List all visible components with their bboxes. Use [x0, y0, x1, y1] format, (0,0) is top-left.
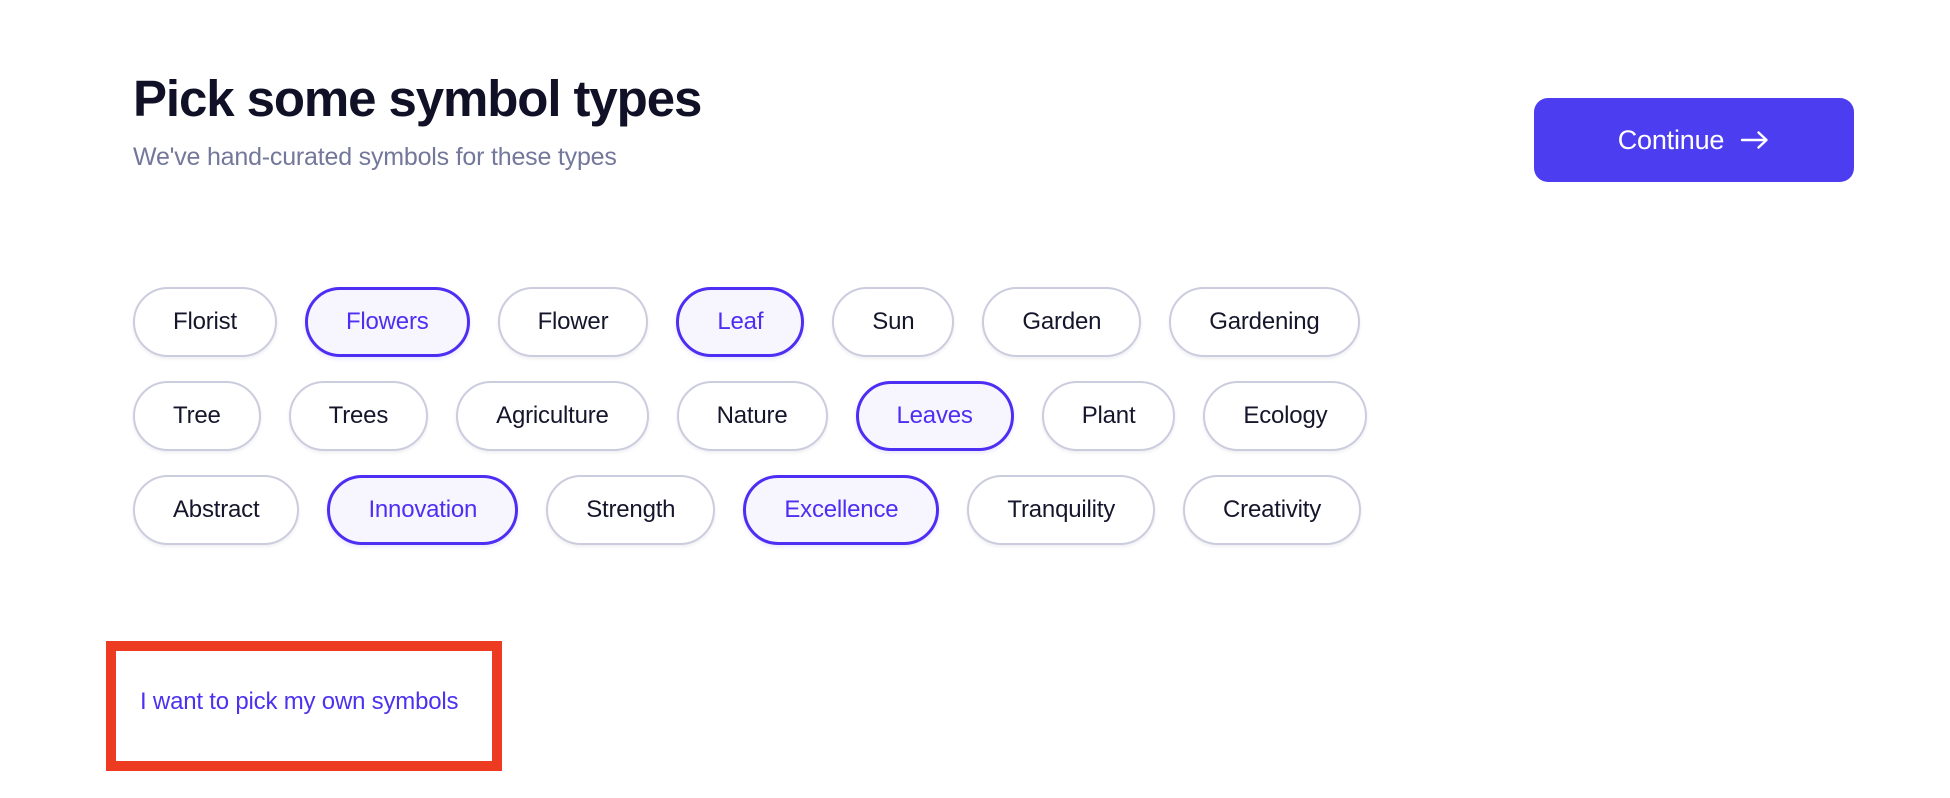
chip-tranquility[interactable]: Tranquility	[967, 475, 1156, 545]
chip-flower[interactable]: Flower	[497, 287, 649, 357]
chip-flowers[interactable]: Flowers	[304, 287, 470, 357]
chip-label: Garden	[1022, 308, 1102, 335]
chip-label: Strength	[586, 496, 676, 523]
title-block: Pick some symbol types We've hand-curate…	[133, 70, 702, 172]
chip-plant[interactable]: Plant	[1041, 381, 1176, 451]
chip-ecology[interactable]: Ecology	[1203, 381, 1368, 451]
chip-label: Tranquility	[1007, 496, 1116, 523]
chip-label: Flowers	[345, 308, 429, 335]
chip-excellence[interactable]: Excellence	[743, 475, 940, 545]
chip-label: Sun	[872, 308, 915, 335]
chip-label: Tree	[173, 402, 221, 429]
annotation-highlight-box	[106, 641, 502, 771]
chip-label: Plant	[1081, 402, 1136, 429]
chip-trees[interactable]: Trees	[288, 381, 429, 451]
chip-tree[interactable]: Tree	[133, 381, 261, 451]
page-title: Pick some symbol types	[133, 70, 702, 127]
chip-label: Excellence	[784, 496, 899, 523]
chip-label: Innovation	[368, 496, 478, 523]
chip-label: Leaves	[896, 402, 973, 429]
symbol-type-picker-page: Pick some symbol types We've hand-curate…	[0, 0, 1950, 798]
chip-agriculture[interactable]: Agriculture	[456, 381, 649, 451]
chip-florist[interactable]: Florist	[133, 287, 277, 357]
chip-label: Florist	[173, 308, 237, 335]
chip-row-1: Florist Flowers Flower Leaf Sun Garden G…	[133, 287, 1753, 357]
chip-sun[interactable]: Sun	[832, 287, 955, 357]
chip-nature[interactable]: Nature	[676, 381, 828, 451]
symbol-type-chip-group: Florist Flowers Flower Leaf Sun Garden G…	[133, 287, 1753, 569]
chip-row-3: Abstract Innovation Strength Excellence …	[133, 475, 1753, 545]
continue-button[interactable]: Continue	[1534, 98, 1854, 182]
chip-label: Gardening	[1209, 308, 1320, 335]
chip-label: Ecology	[1243, 402, 1328, 429]
arrow-right-icon	[1740, 129, 1770, 151]
chip-leaf[interactable]: Leaf	[676, 287, 805, 357]
chip-label: Leaf	[717, 308, 764, 335]
chip-row-2: Tree Trees Agriculture Nature Leaves Pla…	[133, 381, 1753, 451]
chip-garden[interactable]: Garden	[982, 287, 1142, 357]
page-header: Pick some symbol types We've hand-curate…	[133, 70, 1854, 200]
continue-button-label: Continue	[1617, 124, 1725, 155]
chip-abstract[interactable]: Abstract	[133, 475, 300, 545]
chip-label: Trees	[328, 402, 389, 429]
chip-gardening[interactable]: Gardening	[1169, 287, 1360, 357]
chip-label: Abstract	[173, 496, 260, 523]
page-subtitle: We've hand-curated symbols for these typ…	[133, 143, 617, 172]
chip-label: Agriculture	[496, 402, 609, 429]
chip-creativity[interactable]: Creativity	[1183, 475, 1362, 545]
chip-label: Creativity	[1223, 496, 1322, 523]
chip-leaves[interactable]: Leaves	[855, 381, 1014, 451]
chip-label: Flower	[537, 308, 609, 335]
chip-strength[interactable]: Strength	[546, 475, 716, 545]
chip-innovation[interactable]: Innovation	[327, 475, 519, 545]
chip-label: Nature	[716, 402, 788, 429]
